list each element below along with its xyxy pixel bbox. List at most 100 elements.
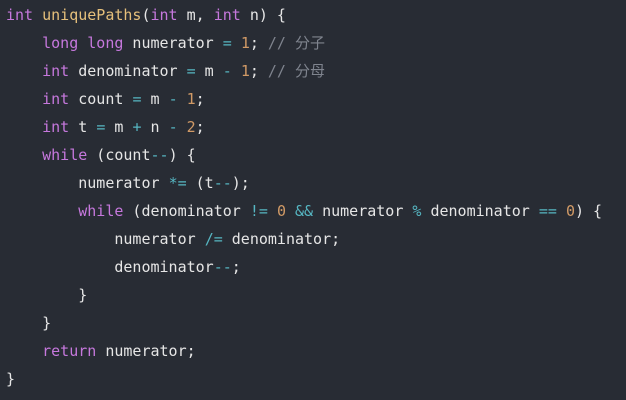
code-line[interactable]: return numerator;	[6, 337, 626, 365]
code-token: int	[42, 118, 70, 136]
code-token: (	[141, 6, 151, 24]
code-line[interactable]: }	[6, 309, 626, 337]
code-line[interactable]: int denominator = m - 1; // 分母	[6, 57, 626, 85]
code-token: m	[141, 90, 169, 108]
code-token: -	[168, 118, 178, 136]
code-token: &&	[295, 202, 314, 220]
code-token: /=	[204, 230, 223, 248]
code-token: ;	[195, 90, 205, 108]
code-editor[interactable]: int uniquePaths(int m, int n) { long lon…	[0, 1, 626, 400]
code-token: }	[42, 314, 52, 332]
code-line[interactable]: int t = m + n - 2;	[6, 113, 626, 141]
code-line[interactable]: }	[6, 365, 626, 393]
code-line[interactable]: int count = m - 1;	[6, 85, 626, 113]
code-token: =	[222, 34, 232, 52]
code-token: (count	[87, 146, 151, 164]
code-token: m	[105, 118, 133, 136]
code-token: );	[231, 174, 250, 192]
code-token: ) {	[168, 146, 196, 164]
code-token: --	[213, 174, 232, 192]
code-token: // 分子	[267, 34, 325, 52]
code-token: =	[96, 118, 106, 136]
code-line[interactable]: numerator /= denominator;	[6, 225, 626, 253]
code-token: 1	[240, 62, 250, 80]
code-token: while	[78, 202, 124, 220]
code-token: ) {	[574, 202, 603, 220]
code-token: ;	[249, 62, 268, 80]
code-token: (t	[186, 174, 214, 192]
code-token: denominator	[114, 258, 214, 276]
code-token: denominator;	[222, 230, 341, 248]
code-token: t	[69, 118, 97, 136]
code-token: denominator	[69, 62, 187, 80]
code-token: !=	[249, 202, 268, 220]
code-token: --	[150, 146, 169, 164]
code-token: ==	[538, 202, 557, 220]
code-token: 0	[276, 202, 286, 220]
code-token: int	[42, 90, 70, 108]
code-token: while	[42, 146, 88, 164]
code-token: 2	[186, 118, 196, 136]
code-token: numerator	[114, 230, 205, 248]
code-token: long	[87, 34, 124, 52]
code-token: m,	[177, 6, 214, 24]
code-token: return	[42, 342, 97, 360]
code-line[interactable]: }	[6, 281, 626, 309]
code-token: int	[150, 6, 178, 24]
code-token: uniquePaths	[42, 6, 142, 24]
code-token: }	[78, 286, 88, 304]
code-token: m	[195, 62, 223, 80]
code-token: denominator	[421, 202, 539, 220]
code-token: count	[69, 90, 133, 108]
code-line[interactable]: numerator *= (t--);	[6, 169, 626, 197]
code-line[interactable]: int uniquePaths(int m, int n) {	[6, 1, 626, 29]
code-line[interactable]: denominator--;	[6, 253, 626, 281]
code-token: numerator	[78, 174, 169, 192]
code-token: ;	[231, 258, 241, 276]
code-token: // 分母	[267, 62, 325, 80]
code-token: long	[42, 34, 79, 52]
code-token: --	[213, 258, 232, 276]
code-token: ;	[249, 34, 268, 52]
code-line[interactable]: while (count--) {	[6, 141, 626, 169]
code-token: int	[6, 6, 34, 24]
code-line[interactable]: while (denominator != 0 && numerator % d…	[6, 197, 626, 225]
code-token: 1	[186, 90, 196, 108]
code-token: n) {	[240, 6, 286, 24]
code-token: ;	[195, 118, 205, 136]
code-token: 0	[565, 202, 575, 220]
code-token: n	[141, 118, 169, 136]
code-token: int	[213, 6, 241, 24]
code-token: =	[186, 62, 196, 80]
code-token: *=	[168, 174, 187, 192]
code-token: }	[6, 370, 16, 388]
code-token: int	[42, 62, 70, 80]
code-token: -	[222, 62, 232, 80]
code-token: numerator	[123, 34, 223, 52]
code-token: numerator	[313, 202, 413, 220]
code-token: -	[168, 90, 178, 108]
code-line[interactable]: long long numerator = 1; // 分子	[6, 29, 626, 57]
code-token: numerator;	[96, 342, 196, 360]
